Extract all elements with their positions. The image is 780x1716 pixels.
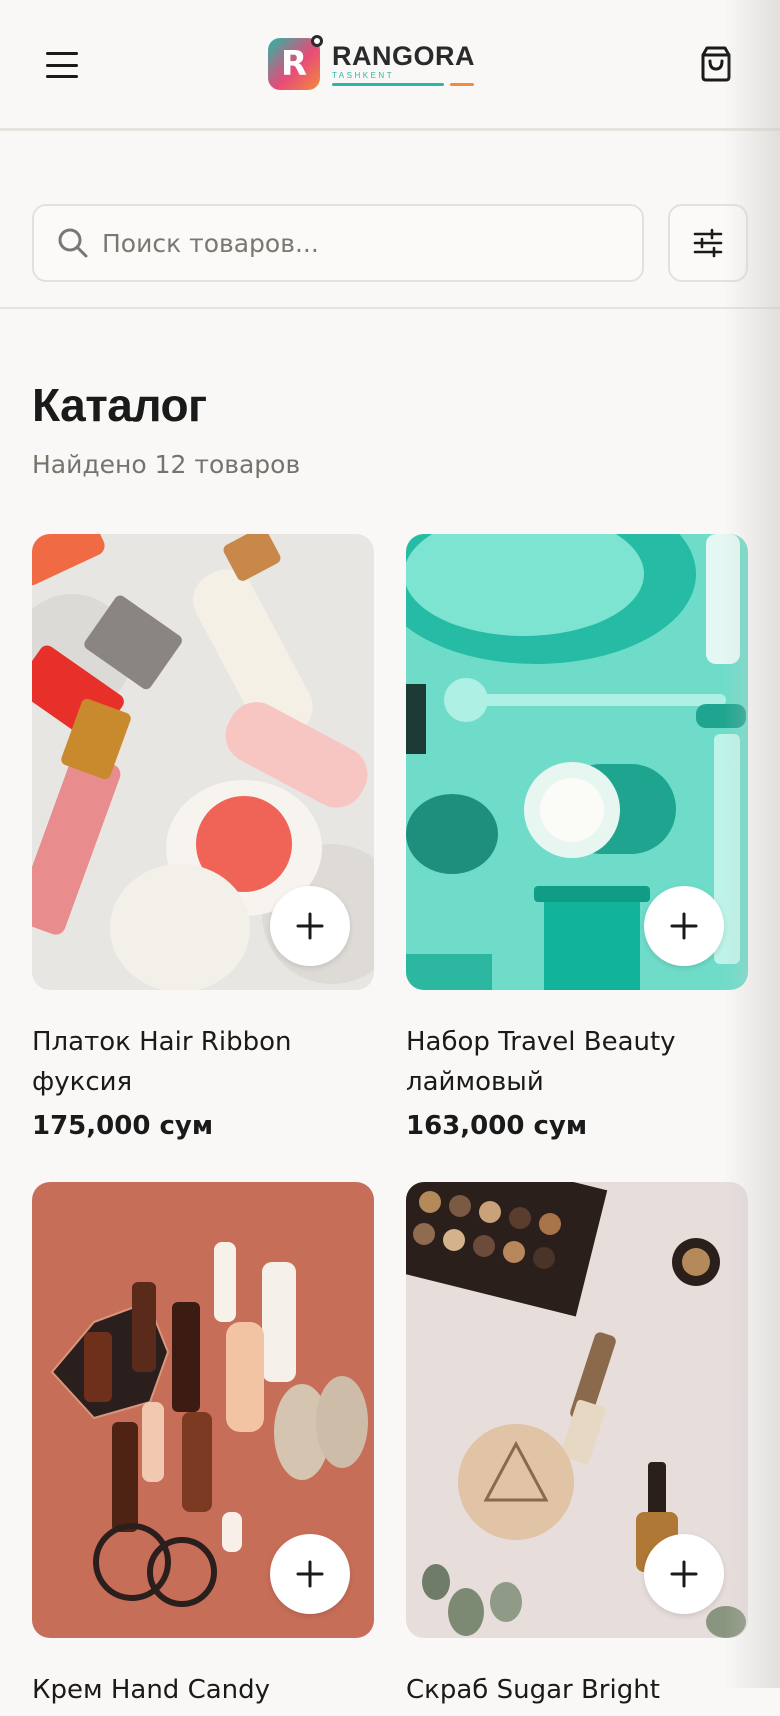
product-name[interactable]: Крем Hand Candy bbox=[32, 1670, 362, 1710]
search-field[interactable] bbox=[32, 204, 644, 282]
hamburger-menu-icon bbox=[46, 52, 78, 55]
result-count: Найдено 12 товаров bbox=[32, 450, 301, 479]
filter-button[interactable] bbox=[668, 204, 748, 282]
product-image[interactable] bbox=[32, 534, 374, 990]
plus-icon bbox=[296, 1560, 324, 1588]
shopping-bag-icon bbox=[701, 46, 731, 82]
search-bar-section bbox=[0, 131, 780, 309]
brand-logo[interactable]: R RANGORA TASHKENT bbox=[268, 35, 475, 90]
product-image[interactable] bbox=[406, 1182, 748, 1638]
cart-button[interactable] bbox=[696, 44, 736, 84]
plus-icon bbox=[670, 912, 698, 940]
add-to-cart-button[interactable] bbox=[270, 886, 350, 966]
product-name[interactable]: Набор Travel Beauty лаймовый bbox=[406, 1022, 736, 1102]
logo-name: RANGORA bbox=[332, 41, 475, 71]
plus-icon bbox=[670, 1560, 698, 1588]
page-title: Каталог bbox=[32, 379, 207, 431]
product-card[interactable]: Набор Travel Beauty лаймовый 163,000 сум bbox=[406, 534, 748, 1144]
search-input[interactable] bbox=[100, 227, 584, 259]
menu-button[interactable] bbox=[46, 48, 80, 82]
product-card[interactable]: Скраб Sugar Bright bbox=[406, 1182, 748, 1716]
search-icon bbox=[58, 228, 88, 258]
add-to-cart-button[interactable] bbox=[644, 1534, 724, 1614]
add-to-cart-button[interactable] bbox=[644, 886, 724, 966]
product-name[interactable]: Скраб Sugar Bright bbox=[406, 1670, 736, 1710]
product-price: 163,000 сум bbox=[406, 1111, 588, 1141]
logo-mark-icon: R bbox=[268, 35, 323, 90]
product-card[interactable]: Платок Hair Ribbon фуксия 175,000 сум bbox=[32, 534, 374, 1144]
logo-subtitle: TASHKENT bbox=[332, 71, 395, 80]
product-image[interactable] bbox=[406, 534, 748, 990]
plus-icon bbox=[296, 912, 324, 940]
app-header: R RANGORA TASHKENT bbox=[0, 0, 780, 131]
product-image[interactable] bbox=[32, 1182, 374, 1638]
product-name[interactable]: Платок Hair Ribbon фуксия bbox=[32, 1022, 362, 1102]
sliders-filter-icon bbox=[693, 228, 723, 258]
add-to-cart-button[interactable] bbox=[270, 1534, 350, 1614]
product-price: 175,000 сум bbox=[32, 1111, 214, 1141]
product-card[interactable]: Крем Hand Candy bbox=[32, 1182, 374, 1716]
